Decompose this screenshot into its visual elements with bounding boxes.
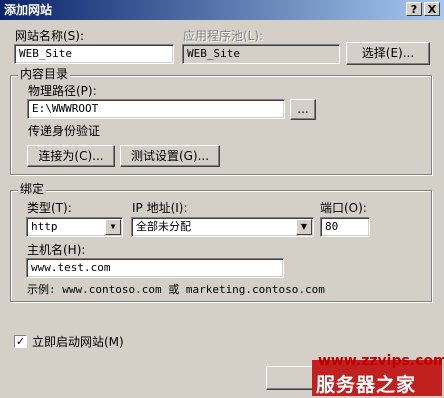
select-pool-button[interactable]: 选择(E)... — [346, 42, 430, 65]
binding-legend: 绑定 — [18, 182, 47, 196]
app-pool-label: 应用程序池(L): — [183, 29, 264, 43]
test-settings-button[interactable]: 测试设置(G)... — [120, 145, 220, 167]
host-name-label: 主机名(H): — [27, 243, 86, 257]
site-name-input[interactable]: WEB_Site — [14, 44, 174, 64]
connect-as-button[interactable]: 连接为(C)... — [27, 145, 115, 167]
type-select-value: http — [31, 220, 58, 233]
pass-through-auth-label: 传递身份验证 — [28, 124, 101, 138]
physical-path-label: 物理路径(P): — [28, 84, 97, 98]
start-site-checkbox[interactable]: ✓ — [14, 335, 27, 348]
host-name-input[interactable]: www.test.com — [26, 258, 284, 278]
window-title: 添加网站 — [4, 3, 53, 17]
app-pool-field: WEB_Site — [182, 44, 340, 64]
watermark-logo: 服务器之家 — [316, 374, 417, 396]
content-directory-legend: 内容目录 — [18, 67, 71, 81]
ip-address-value: 全部未分配 — [136, 220, 191, 233]
close-button[interactable]: X — [424, 2, 440, 16]
ip-address-select[interactable]: 全部未分配 ▼ — [131, 217, 314, 237]
site-name-label: 网站名称(S): — [15, 29, 85, 43]
title-bar — [0, 0, 444, 20]
watermark-url: www.zzvips.com — [318, 353, 444, 369]
physical-path-input[interactable]: E:\WWWROOT — [27, 99, 285, 119]
host-name-example: 示例: www.contoso.com 或 marketing.contoso.… — [27, 283, 325, 296]
ip-address-label: IP 地址(I): — [132, 201, 188, 215]
type-select[interactable]: http ▼ — [26, 217, 123, 237]
help-button[interactable]: ? — [406, 2, 422, 16]
chevron-down-icon[interactable]: ▼ — [105, 219, 121, 235]
type-label: 类型(T): — [27, 201, 72, 215]
browse-button[interactable]: ... — [290, 99, 316, 120]
port-input[interactable]: 80 — [320, 217, 370, 237]
start-site-label: 立即启动网站(M) — [32, 335, 124, 349]
port-label: 端口(O): — [320, 201, 367, 215]
chevron-down-icon[interactable]: ▼ — [296, 219, 312, 235]
checkmark-icon: ✓ — [15, 335, 26, 348]
